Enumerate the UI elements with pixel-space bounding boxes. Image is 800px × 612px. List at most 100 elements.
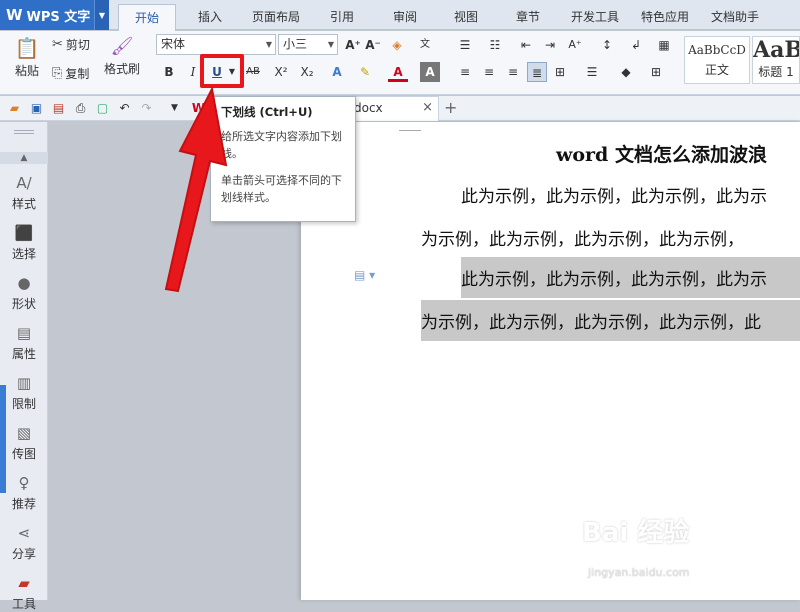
font-name-select[interactable]: 宋体 ▼ (156, 34, 276, 55)
clear-format-icon[interactable]: ◈ (387, 35, 407, 55)
sidebar-item-property[interactable]: ▤ 属性 (0, 324, 48, 362)
sidebar-label: 形状 (11, 297, 36, 311)
tab-doc-assistant[interactable]: 文档助手 (704, 4, 766, 30)
align-center-icon[interactable]: ≡ (479, 62, 499, 82)
sidebar-item-style[interactable]: A/样式 (0, 174, 48, 212)
font-size-value: 小三 (283, 37, 308, 51)
document-page[interactable]: word 文档怎么添加波浪 此为示例，此为示例，此为示例，此为示 为示例，此为示… (301, 122, 800, 600)
tab-page-layout[interactable]: 页面布局 (245, 4, 307, 30)
style-normal[interactable]: AaBbCcD 正文 (684, 36, 750, 84)
page-corner-mark (399, 130, 421, 131)
sidebar-collapse-handle[interactable] (0, 385, 6, 493)
chevron-down-icon[interactable]: ▼ (94, 0, 109, 30)
sidebar-label: 属性 (11, 347, 36, 361)
tab-features[interactable]: 特色应用 (634, 4, 696, 30)
recommend-icon: ♀ (18, 474, 30, 492)
char-shading-icon[interactable]: A (420, 62, 440, 82)
highlight-icon[interactable]: ✎ (355, 62, 375, 82)
paste-button[interactable]: 📋 粘贴 (10, 36, 44, 79)
sidebar-label: 限制 (11, 397, 36, 411)
line-spacing-icon[interactable]: ☰ (582, 62, 602, 82)
new-tab-plus-icon[interactable]: + (444, 98, 457, 117)
decrease-indent-icon[interactable]: ⇤ (516, 35, 536, 55)
close-icon[interactable]: × (422, 100, 433, 115)
style-preview: AaB (753, 37, 800, 63)
sort-icon[interactable]: ↕ (597, 35, 617, 55)
title-bar: W WPS 文字 ▼ 开始 插入 页面布局 引用 审阅 视图 章节 开发工具 特… (0, 0, 800, 31)
tool-icon: ▰ (18, 574, 30, 592)
font-size-select[interactable]: 小三 ▼ (278, 34, 338, 55)
tab-section[interactable]: 章节 (503, 4, 553, 30)
shrink-font-button[interactable]: A⁻ (363, 35, 383, 55)
show-marks-icon[interactable]: ↲ (626, 35, 646, 55)
save-icon[interactable]: ▣ (28, 100, 45, 117)
subscript-button[interactable]: X₂ (297, 62, 317, 82)
copy-icon: ⎘ (52, 66, 63, 81)
copy-button[interactable]: ⎘ 复制 (52, 65, 89, 82)
cut-button[interactable]: ✂ 剪切 (52, 36, 90, 53)
table-icon[interactable]: ▦ (654, 35, 674, 55)
paragraph-2-line-2[interactable]: 为示例，此为示例，此为示例，此为示例，此 (421, 300, 800, 341)
tab-developer[interactable]: 开发工具 (564, 4, 626, 30)
sidebar-label: 样式 (11, 197, 36, 211)
sidebar-item-select[interactable]: ⬛ 选择 (0, 224, 48, 262)
tab-home[interactable]: 开始 (118, 4, 176, 31)
strikethrough-button[interactable]: AB (243, 62, 263, 82)
format-painter-label: 格式刷 (104, 62, 141, 76)
grow-font-button[interactable]: A⁺ (343, 35, 363, 55)
wps-logo-icon: W (6, 6, 23, 24)
preview-icon[interactable]: ▢ (94, 100, 111, 117)
pdf-icon[interactable]: ▤ (50, 100, 67, 117)
shape-icon: ● (17, 274, 31, 292)
paragraph-marker-icon[interactable]: ▤ ▾ (354, 268, 375, 282)
paste-label: 粘贴 (14, 64, 39, 78)
justify-icon[interactable]: ≣ (527, 62, 547, 82)
phonetic-guide-icon[interactable]: 文 (415, 35, 435, 55)
border-icon[interactable]: ⊞ (646, 62, 666, 82)
open-folder-icon[interactable]: ▰ (6, 100, 23, 117)
baidu-watermark-logo: Bai 经验 (582, 518, 690, 548)
distributed-icon[interactable]: ⊞ (550, 62, 570, 82)
change-case-icon[interactable]: A⁺ (565, 35, 585, 55)
sidebar-item-restrict[interactable]: ▥ 限制 (0, 374, 48, 412)
sidebar-item-recommend[interactable]: ♀ 推荐 (0, 474, 48, 512)
increase-indent-icon[interactable]: ⇥ (540, 35, 560, 55)
shading-icon[interactable]: ◆ (616, 62, 636, 82)
grip-handle[interactable] (14, 130, 34, 134)
undo-icon[interactable]: ↶ (116, 100, 133, 117)
align-left-icon[interactable]: ≡ (455, 62, 475, 82)
paragraph-1-line-2[interactable]: 为示例，此为示例，此为示例，此为示例， (421, 225, 744, 250)
app-menu-button[interactable]: W WPS 文字 ▼ (0, 0, 109, 30)
tab-references[interactable]: 引用 (317, 4, 367, 30)
collapse-up-icon[interactable]: ▲ (0, 152, 48, 164)
font-color-button[interactable]: A (388, 62, 408, 82)
text-effect-icon[interactable]: A (327, 62, 347, 82)
bold-button[interactable]: B (159, 62, 179, 82)
highlight-box (200, 54, 244, 88)
paragraph-1-line-1[interactable]: 此为示例，此为示例，此为示例，此为示 (461, 182, 767, 207)
tab-review[interactable]: 审阅 (380, 4, 430, 30)
sidebar-item-shape[interactable]: ● 形状 (0, 274, 48, 312)
font-name-value: 宋体 (161, 37, 186, 51)
sidebar-item-tool[interactable]: ▰ 工具 (0, 574, 48, 612)
bullet-list-icon[interactable]: ☰ (455, 35, 475, 55)
superscript-button[interactable]: X² (271, 62, 291, 82)
share-icon: ⋖ (17, 524, 31, 542)
sidebar-label: 传图 (11, 447, 36, 461)
paragraph-2-line-1[interactable]: 此为示例，此为示例，此为示例，此为示 (461, 257, 800, 298)
tab-insert[interactable]: 插入 (182, 4, 238, 30)
sidebar-item-share[interactable]: ⋖ 分享 (0, 524, 48, 562)
numbered-list-icon[interactable]: ☷ (485, 35, 505, 55)
tab-view[interactable]: 视图 (441, 4, 491, 30)
chevron-down-icon: ▼ (265, 40, 272, 49)
cut-label: 剪切 (65, 38, 90, 52)
style-icon: A/ (16, 174, 32, 192)
format-painter-button[interactable]: 🖌 格式刷 (104, 36, 140, 77)
sidebar-item-upload-image[interactable]: ▧ 传图 (0, 424, 48, 462)
style-heading-1[interactable]: AaB 标题 1 (752, 36, 800, 84)
document-title[interactable]: word 文档怎么添加波浪 (556, 140, 767, 167)
align-right-icon[interactable]: ≡ (503, 62, 523, 82)
print-icon[interactable]: ⎙ (72, 100, 89, 117)
sidebar-label: 选择 (11, 247, 36, 261)
sidebar-label: 推荐 (11, 497, 36, 511)
